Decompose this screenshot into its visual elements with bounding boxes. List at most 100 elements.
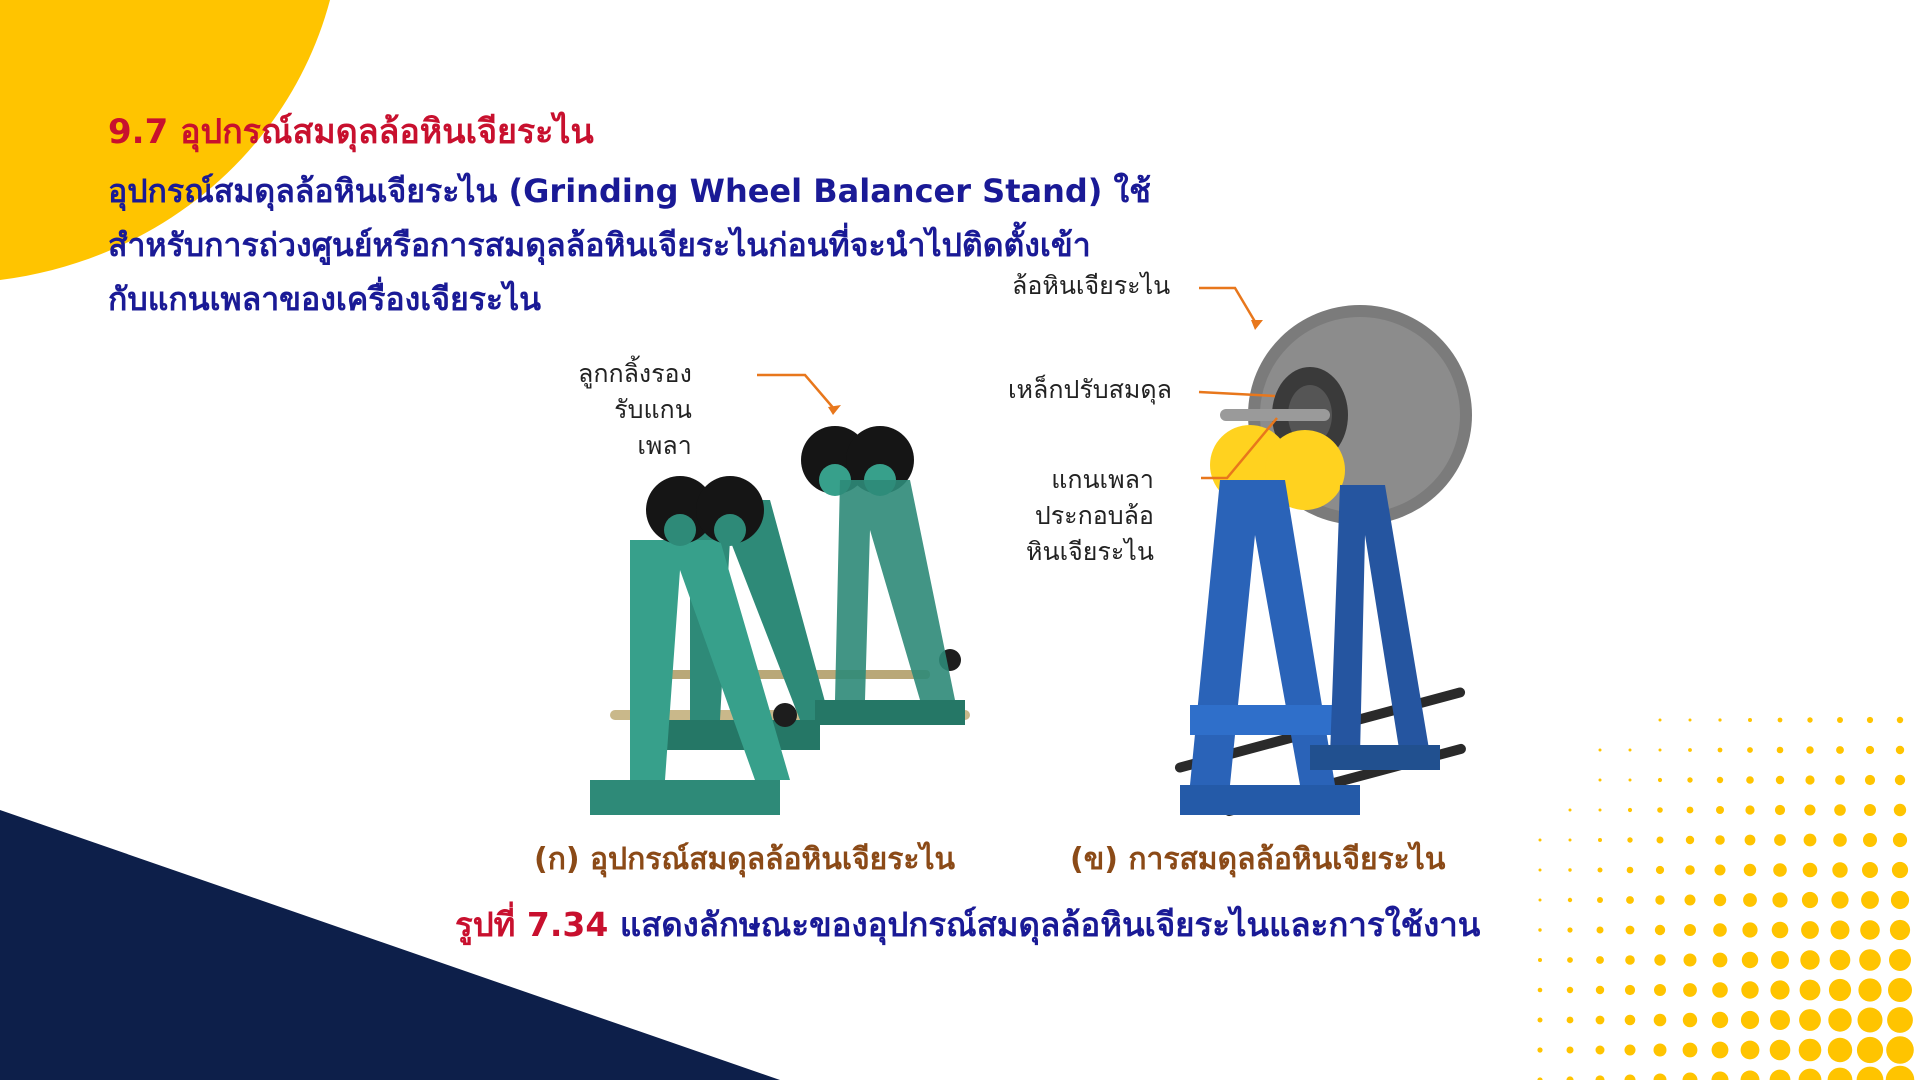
figure-b-leader-lines [1198, 286, 1278, 480]
roller-leader-line [757, 373, 841, 415]
roller-label-line: เพลา [637, 431, 692, 460]
halftone-dot [1829, 949, 1851, 971]
balance-weight-label: เหล็กปรับสมดุล [1008, 375, 1172, 404]
halftone-dot [1741, 951, 1759, 969]
roller-label: ลูกกลิ้งรอง รับแกน เพลา [578, 356, 692, 464]
intro-paragraph: อุปกรณ์สมดุลล้อหินเจียระไน (Grinding Whe… [108, 164, 1358, 326]
halftone-dot [1798, 1068, 1822, 1080]
halftone-dot [1714, 864, 1726, 876]
halftone-dot [1568, 838, 1572, 842]
halftone-dot [1798, 1038, 1822, 1062]
shaft-label-line: แกนเพลา [1051, 465, 1154, 494]
halftone-dot [1772, 892, 1788, 908]
halftone-dot [1860, 920, 1880, 940]
halftone-dot [1657, 807, 1663, 813]
halftone-dot [1893, 803, 1907, 817]
halftone-dot [1799, 979, 1821, 1001]
halftone-dot [1800, 950, 1820, 970]
halftone-dot [1805, 775, 1815, 785]
halftone-dot [1718, 718, 1722, 722]
halftone-dot [1686, 806, 1694, 814]
halftone-dot [1713, 923, 1727, 937]
halftone-dot [1537, 987, 1543, 993]
halftone-dot [1688, 718, 1692, 722]
halftone-dot [1625, 925, 1635, 935]
halftone-dot [1896, 716, 1904, 724]
wheel-leader-line [1199, 286, 1259, 326]
halftone-dot [1566, 1016, 1574, 1024]
halftone-dot [1828, 978, 1852, 1002]
halftone-dot [1685, 865, 1695, 875]
halftone-dot [1835, 775, 1845, 785]
halftone-dot [1895, 745, 1905, 755]
halftone-dot [1801, 921, 1819, 939]
halftone-dot [1740, 1010, 1760, 1030]
halftone-dot [1654, 954, 1666, 966]
halftone-dot [1711, 1011, 1729, 1029]
halftone-dot [1628, 778, 1632, 782]
halftone-dot [1746, 776, 1754, 784]
halftone-dot [1567, 957, 1573, 963]
halftone-dot [1716, 806, 1724, 814]
halftone-dot [1807, 717, 1813, 723]
halftone-dot [1890, 890, 1910, 910]
halftone-dot [1827, 1067, 1853, 1080]
shaft-leader-line [1201, 417, 1278, 480]
halftone-dot [1538, 958, 1542, 962]
halftone-dot [1627, 807, 1633, 813]
halftone-dot [1833, 833, 1847, 847]
halftone-dot [1894, 774, 1906, 786]
halftone-dot [1863, 833, 1877, 847]
halftone-dot [1864, 804, 1876, 816]
halftone-dot [1743, 863, 1757, 877]
halftone-dot [1891, 861, 1909, 879]
halftone-dot [1715, 835, 1725, 845]
halftone-dot [1799, 1009, 1821, 1031]
halftone-dot [1889, 949, 1911, 971]
halftone-dot [1716, 776, 1724, 784]
halftone-dot [1683, 983, 1697, 997]
halftone-dot [1568, 808, 1572, 812]
weight-leader-line [1198, 390, 1276, 398]
halftone-dot [1771, 951, 1789, 969]
halftone-dot [1769, 1039, 1791, 1061]
halftone-dot [1804, 804, 1816, 816]
halftone-dot [1712, 952, 1728, 968]
halftone-dot [1776, 746, 1784, 754]
halftone-dot [1653, 1013, 1667, 1027]
halftone-dot [1595, 985, 1605, 995]
halftone-dot [1624, 1014, 1636, 1026]
halftone-dot [1744, 834, 1756, 846]
halftone-dot [1866, 716, 1874, 724]
section-heading: 9.7 อุปกรณ์สมดุลล้อหินเจียระไน [108, 112, 594, 152]
halftone-dot [1685, 835, 1695, 845]
halftone-dot [1653, 1043, 1667, 1057]
halftone-dot [1774, 804, 1786, 816]
halftone-dot [1803, 833, 1817, 847]
halftone-dot [1682, 1012, 1698, 1028]
halftone-dot [1743, 893, 1757, 907]
halftone-dot [1831, 891, 1849, 909]
halftone-dot [1711, 1041, 1729, 1059]
shaft-label: แกนเพลา ประกอบล้อ หินเจียระไน [1026, 462, 1154, 570]
halftone-dot [1688, 748, 1692, 752]
halftone-dot [1865, 745, 1875, 755]
halftone-dot [1568, 868, 1572, 872]
halftone-dot [1687, 777, 1693, 783]
halftone-dot [1742, 922, 1758, 938]
halftone-dot [1597, 897, 1603, 903]
halftone-dot [1834, 804, 1846, 816]
halftone-dot [1828, 1008, 1852, 1032]
shaft-label-line: ประกอบล้อ [1034, 501, 1154, 530]
halftone-dot [1566, 1076, 1574, 1080]
halftone-dot [1537, 1047, 1543, 1053]
halftone-dot [1740, 1040, 1760, 1060]
halftone-dot [1655, 865, 1665, 875]
halftone-dot [1657, 777, 1663, 783]
halftone-dot [1858, 978, 1882, 1002]
halftone-dot [1624, 1044, 1636, 1056]
halftone-dot [1740, 1070, 1760, 1080]
halftone-dot [1658, 748, 1662, 752]
halftone-dot [1683, 953, 1697, 967]
yellow-halftone-dots [1537, 716, 1915, 1080]
